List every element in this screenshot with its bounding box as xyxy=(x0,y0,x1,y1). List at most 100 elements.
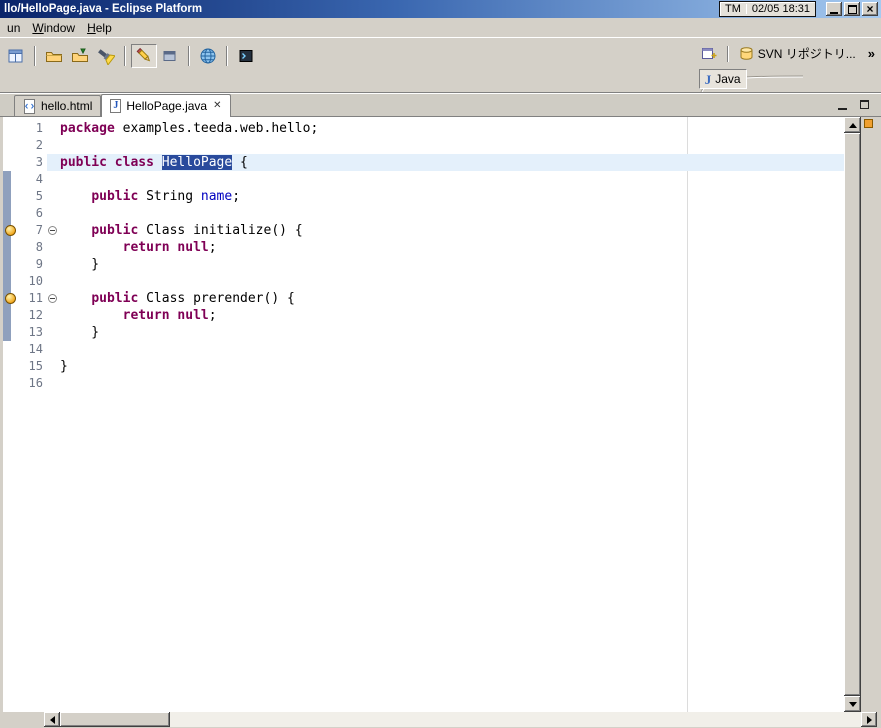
fold-cell xyxy=(47,358,60,375)
line-number[interactable]: 13 xyxy=(21,324,47,341)
editor-rows[interactable]: 1 package examples.teeda.web.hello; 23 publ… xyxy=(3,120,844,392)
marker-cell xyxy=(11,273,21,290)
horizontal-scrollbar-thumb[interactable] xyxy=(60,712,170,727)
code-token xyxy=(60,291,91,306)
vertical-scrollbar-thumb[interactable] xyxy=(844,133,861,696)
tab-hello-html[interactable]: hello.html xyxy=(14,95,101,116)
line-number[interactable]: 4 xyxy=(21,171,47,188)
perspective-separator xyxy=(727,46,729,62)
perspective-item-svn[interactable]: SVN リポジトリ... xyxy=(733,42,862,65)
toolbar-button-import[interactable] xyxy=(67,44,93,68)
toolbar-button-browser[interactable] xyxy=(195,44,221,68)
editor-line: 1 package examples.teeda.web.hello; xyxy=(3,120,844,137)
console-icon xyxy=(237,47,255,65)
vertical-scrollbar[interactable] xyxy=(844,117,861,712)
line-number[interactable]: 1 xyxy=(21,120,47,137)
annotation-icon[interactable] xyxy=(5,293,16,304)
code-line[interactable]: return null; xyxy=(60,307,844,324)
java-file-letter: J xyxy=(113,101,118,111)
tab-close-button[interactable]: ✕ xyxy=(212,101,222,111)
code-line[interactable] xyxy=(60,205,844,222)
code-line[interactable]: public Class initialize() { xyxy=(60,222,844,239)
code-line[interactable] xyxy=(60,375,844,392)
marker-cell xyxy=(11,256,21,273)
line-number[interactable]: 8 xyxy=(21,239,47,256)
line-number[interactable]: 12 xyxy=(21,307,47,324)
line-number[interactable]: 5 xyxy=(21,188,47,205)
line-number[interactable]: 3 xyxy=(21,154,47,171)
code-token: public xyxy=(91,189,138,204)
fold-cell xyxy=(47,171,60,188)
line-number[interactable]: 9 xyxy=(21,256,47,273)
code-line[interactable]: } xyxy=(60,358,844,375)
fold-cell xyxy=(47,154,60,171)
line-number[interactable]: 6 xyxy=(21,205,47,222)
tab-hellopage-java[interactable]: J HelloPage.java ✕ xyxy=(101,94,231,117)
menu-window[interactable]: Window xyxy=(26,19,81,37)
tab-label: HelloPage.java xyxy=(126,99,207,113)
code-line[interactable]: public class HelloPage { xyxy=(60,154,844,171)
perspective-chevron-button[interactable]: » xyxy=(868,46,875,61)
menu-run[interactable]: un xyxy=(1,19,26,37)
open-folder-icon xyxy=(45,47,63,65)
horizontal-scrollbar[interactable] xyxy=(44,712,877,727)
fold-cell xyxy=(47,273,60,290)
arrow-down-icon xyxy=(849,702,857,711)
code-line[interactable]: public Class prerender() { xyxy=(60,290,844,307)
line-number[interactable]: 11 xyxy=(21,290,47,307)
toolbar-button-window[interactable] xyxy=(3,44,29,68)
menubar: un Window Help xyxy=(0,18,881,37)
menu-help[interactable]: Help xyxy=(81,19,118,37)
code-line[interactable] xyxy=(60,273,844,290)
code-line[interactable]: package examples.teeda.web.hello; xyxy=(60,120,844,137)
open-perspective-button[interactable] xyxy=(695,43,723,65)
view-minimize-button[interactable] xyxy=(833,97,851,113)
overview-marker-icon[interactable] xyxy=(864,119,873,128)
fold-collapse-icon[interactable] xyxy=(48,226,57,235)
code-line[interactable]: public String name; xyxy=(60,188,844,205)
toolbar-button-console[interactable] xyxy=(233,44,259,68)
toolbar-button-tool[interactable] xyxy=(157,44,183,68)
scroll-down-button[interactable] xyxy=(844,696,861,712)
quickdiff-cell xyxy=(3,137,11,154)
scroll-up-button[interactable] xyxy=(844,117,861,133)
close-button[interactable]: × xyxy=(862,2,878,16)
code-token: Class initialize() { xyxy=(138,223,302,238)
code-token: public xyxy=(91,291,138,306)
code-line[interactable]: } xyxy=(60,324,844,341)
scroll-right-button[interactable] xyxy=(861,712,877,727)
maximize-button[interactable] xyxy=(844,2,860,16)
fold-cell xyxy=(47,120,60,137)
titlebar[interactable]: llo/HelloPage.java - Eclipse Platform TM… xyxy=(0,0,881,18)
maximize-icon xyxy=(848,5,857,14)
scroll-left-button[interactable] xyxy=(44,712,60,727)
view-maximize-button[interactable] xyxy=(855,97,873,113)
perspective-item-java[interactable]: J Java xyxy=(699,69,747,89)
code-line[interactable] xyxy=(60,171,844,188)
marker-cell xyxy=(11,154,21,171)
code-token: null xyxy=(177,240,208,255)
line-number[interactable]: 14 xyxy=(21,341,47,358)
fold-collapse-icon[interactable] xyxy=(48,294,57,303)
quickdiff-cell xyxy=(3,324,11,341)
code-token xyxy=(107,155,115,170)
code-line[interactable]: return null; xyxy=(60,239,844,256)
toolbar-button-edit[interactable] xyxy=(131,44,157,68)
import-folder-icon xyxy=(71,47,89,65)
code-line[interactable] xyxy=(60,341,844,358)
minimize-icon xyxy=(830,12,838,14)
code-line[interactable]: } xyxy=(60,256,844,273)
code-token: Class prerender() { xyxy=(138,291,295,306)
toolbar-button-open[interactable] xyxy=(41,44,67,68)
clock-divider xyxy=(746,4,747,14)
line-number[interactable]: 10 xyxy=(21,273,47,290)
annotation-icon[interactable] xyxy=(5,225,16,236)
minimize-button[interactable] xyxy=(826,2,842,16)
code-line[interactable] xyxy=(60,137,844,154)
line-number[interactable]: 7 xyxy=(21,222,47,239)
line-number[interactable]: 2 xyxy=(21,137,47,154)
line-number[interactable]: 15 xyxy=(21,358,47,375)
line-number[interactable]: 16 xyxy=(21,375,47,392)
fold-cell xyxy=(47,239,60,256)
toolbar-button-search[interactable] xyxy=(93,44,119,68)
